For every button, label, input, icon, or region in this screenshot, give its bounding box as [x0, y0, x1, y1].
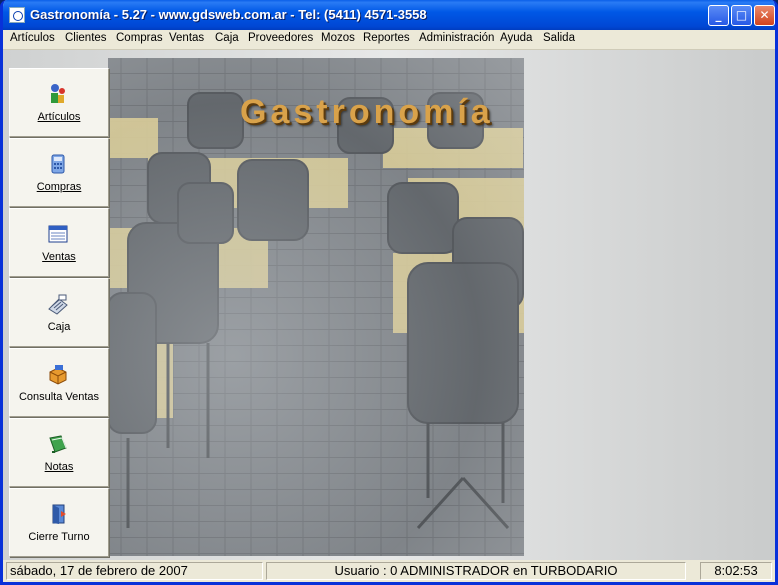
menu-clientes[interactable]: Clientes — [65, 32, 107, 44]
door-icon — [52, 504, 66, 524]
notebook-icon — [49, 435, 67, 453]
status-user: Usuario : 0 ADMINISTRADOR en TURBODARIO — [266, 562, 686, 580]
close-button[interactable]: ✕ — [754, 5, 775, 26]
sidebar-label: Ventas — [10, 251, 108, 263]
brand-title: Gastronomía — [240, 93, 494, 131]
menu-compras[interactable]: Compras — [116, 32, 163, 44]
app-window: Gastronomía - 5.27 - www.gdsweb.com.ar -… — [0, 0, 778, 585]
menu-caja[interactable]: Caja — [215, 32, 239, 44]
title-bar[interactable]: Gastronomía - 5.27 - www.gdsweb.com.ar -… — [3, 0, 775, 30]
close-icon: ✕ — [759, 8, 770, 22]
box-icon — [49, 365, 67, 385]
maximize-icon: □ — [735, 8, 748, 22]
sidebar-btn-consulta-ventas[interactable]: Consulta Ventas — [9, 348, 109, 417]
menu-salida[interactable]: Salida — [543, 32, 575, 44]
sidebar-btn-cierre-turno[interactable]: Cierre Turno — [9, 488, 109, 557]
menu-ventas[interactable]: Ventas — [169, 32, 204, 44]
status-bar: sábado, 17 de febrero de 2007 Usuario : … — [3, 560, 775, 582]
sidebar-label-text: Ventas — [42, 251, 76, 263]
minimize-icon: _ — [715, 8, 722, 22]
sidebar-label: Artículos — [10, 111, 108, 123]
sidebar-btn-caja[interactable]: Caja — [9, 278, 109, 347]
sidebar-btn-compras[interactable]: Compras — [9, 138, 109, 207]
calendar-icon — [48, 225, 68, 243]
sidebar-btn-notas[interactable]: Notas — [9, 418, 109, 487]
menu-reportes[interactable]: Reportes — [363, 32, 410, 44]
window-title: Gastronomía - 5.27 - www.gdsweb.com.ar -… — [30, 7, 427, 22]
minimize-button[interactable]: _ — [708, 5, 729, 26]
sidebar-label: Cierre Turno — [28, 531, 90, 543]
sidebar-label-text: Artículos — [37, 111, 81, 123]
cash-register-icon — [48, 294, 68, 315]
menu-bar: Artículos Clientes Compras Ventas Caja P… — [3, 30, 775, 50]
app-icon[interactable] — [9, 7, 25, 23]
sidebar-label-text: Notas — [44, 461, 74, 473]
sidebar-label: Caja — [47, 321, 71, 333]
status-date: sábado, 17 de febrero de 2007 — [6, 562, 263, 580]
menu-mozos[interactable]: Mozos — [321, 32, 355, 44]
sidebar-label: Consulta Ventas — [18, 391, 100, 403]
main-area: Gastronomía — [3, 50, 775, 560]
sidebar-label: Notas — [10, 461, 108, 473]
status-time: 8:02:53 — [700, 562, 772, 580]
menu-proveedores[interactable]: Proveedores — [248, 32, 313, 44]
sidebar-label: Compras — [10, 181, 108, 193]
sidebar-label-text: Compras — [36, 181, 82, 193]
maximize-button[interactable]: □ — [731, 5, 752, 26]
menu-ayuda[interactable]: Ayuda — [500, 32, 532, 44]
calculator-icon — [51, 154, 65, 174]
restaurant-photo — [108, 58, 524, 556]
terrace-illustration — [108, 58, 524, 556]
sidebar-btn-articulos[interactable]: Artículos — [9, 68, 109, 137]
articulos-icon — [51, 84, 65, 103]
menu-administracion[interactable]: Administración — [419, 32, 494, 44]
sidebar-btn-ventas[interactable]: Ventas — [9, 208, 109, 277]
menu-articulos[interactable]: Artículos — [10, 32, 55, 44]
